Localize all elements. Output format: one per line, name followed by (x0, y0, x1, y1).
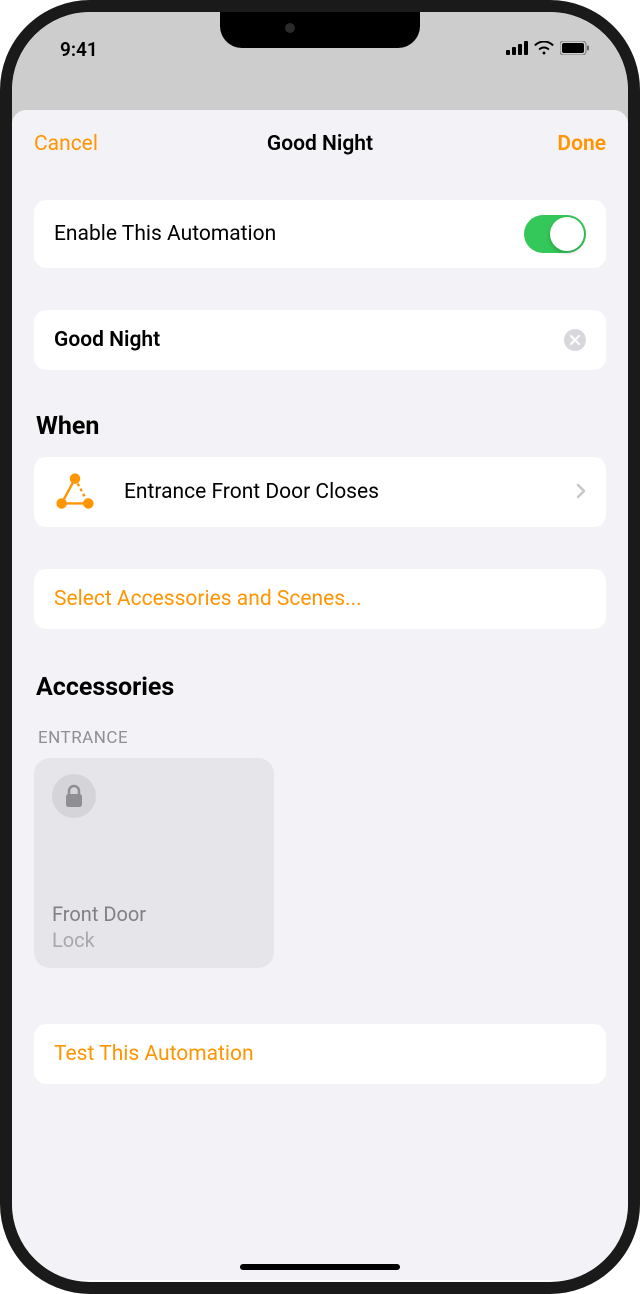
status-time: 9:41 (60, 38, 98, 61)
accessory-name: Front Door (52, 902, 256, 926)
cancel-button[interactable]: Cancel (34, 132, 98, 156)
nav-bar: Cancel Good Night Done (12, 110, 628, 176)
accessory-group-label: ENTRANCE (34, 728, 606, 748)
when-header: When (34, 412, 606, 441)
trigger-row[interactable]: Entrance Front Door Closes (34, 457, 606, 527)
wifi-icon (534, 40, 554, 59)
enable-automation-toggle[interactable] (524, 215, 586, 253)
accessory-status: Lock (52, 928, 256, 952)
select-accessories-card: Select Accessories and Scenes... (34, 569, 606, 629)
done-button[interactable]: Done (557, 132, 606, 156)
enable-card: Enable This Automation (34, 200, 606, 268)
lock-icon (52, 774, 96, 818)
phone-frame: 9:41 Cancel Good Night Done (0, 0, 640, 1294)
trigger-label: Entrance Front Door Closes (124, 480, 548, 504)
notch (220, 12, 420, 48)
test-automation-button[interactable]: Test This Automation (34, 1024, 606, 1084)
clear-name-button[interactable] (564, 329, 586, 351)
trigger-icon (54, 471, 96, 513)
accessory-tile-front-door[interactable]: Front Door Lock (34, 758, 274, 968)
modal-sheet: Cancel Good Night Done Enable This Autom… (12, 110, 628, 1280)
page-title: Good Night (267, 132, 373, 156)
automation-name-input[interactable]: Good Night (54, 328, 160, 352)
name-card: Good Night (34, 310, 606, 370)
accessories-header: Accessories (34, 673, 606, 702)
enable-automation-label: Enable This Automation (54, 222, 276, 246)
when-card: Entrance Front Door Closes (34, 457, 606, 527)
home-indicator[interactable] (240, 1264, 400, 1270)
select-accessories-button[interactable]: Select Accessories and Scenes... (34, 569, 606, 629)
battery-icon (560, 40, 590, 59)
signal-icon (506, 40, 528, 59)
chevron-right-icon (576, 480, 586, 504)
